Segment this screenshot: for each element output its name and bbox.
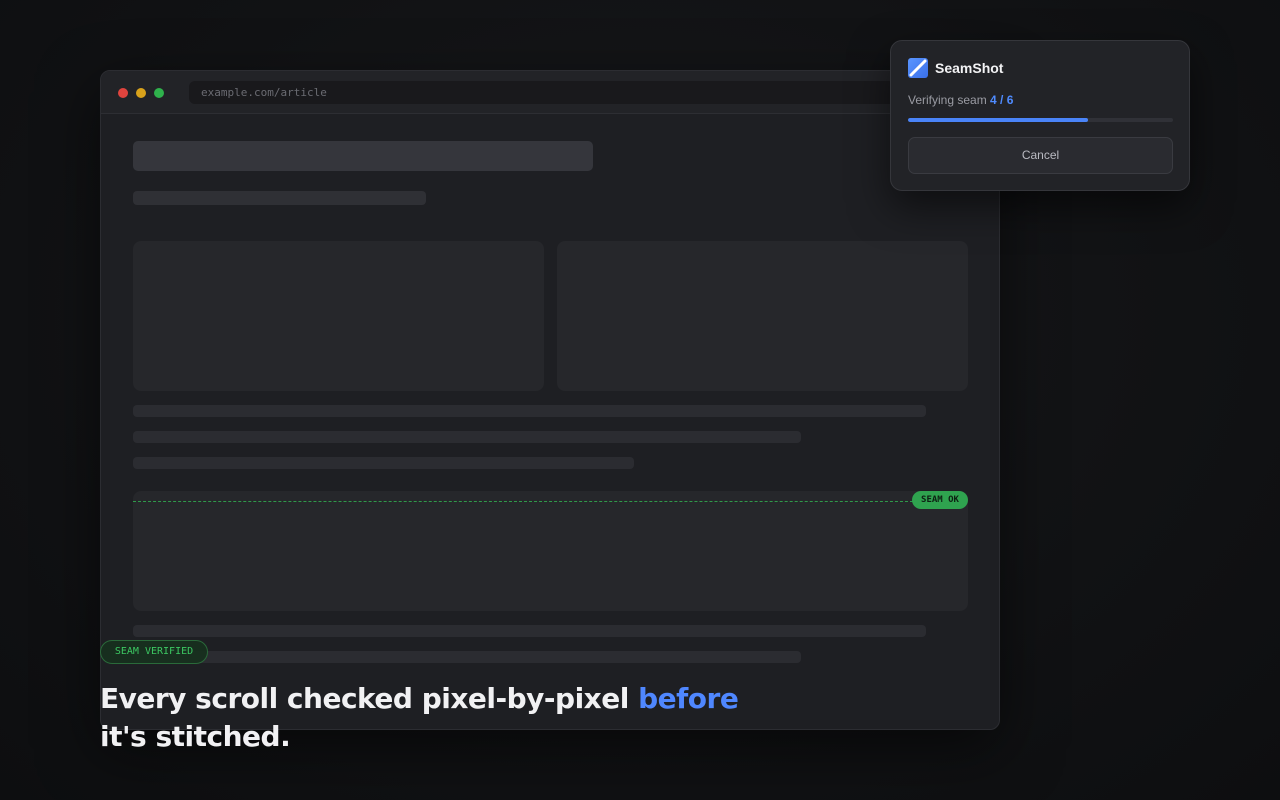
headline: Every scroll checked pixel-by-pixel befo… [100,680,800,756]
progress-bar [908,118,1173,122]
placeholder-text-line [133,431,801,443]
status-text: Verifying seam [908,93,987,107]
seam-ok-badge: SEAM OK [912,491,968,509]
placeholder-card [133,241,544,391]
seam-count: 4 / 6 [990,93,1014,107]
placeholder-text-line [133,651,801,663]
placeholder-text-line [133,457,634,469]
browser-window: example.com/article SEAM OK [100,70,1000,730]
placeholder-block [133,491,968,611]
app-name: SeamShot [935,60,1004,76]
seam-line [133,501,913,502]
seam-verified-badge: SEAM VERIFIED [100,640,208,664]
seamshot-logo-icon [908,58,928,78]
placeholder-text-line [133,405,926,417]
zoom-window-button[interactable] [154,88,164,98]
seamshot-popup: SeamShot Verifying seam 4 / 6 Cancel [890,40,1190,191]
placeholder-title [133,141,593,171]
minimize-window-button[interactable] [136,88,146,98]
browser-titlebar: example.com/article [101,71,999,114]
verification-status: Verifying seam 4 / 6 [908,93,1013,107]
stage: example.com/article SEAM OK SeamShot Ver… [0,0,1280,800]
cancel-button[interactable]: Cancel [908,137,1173,174]
placeholder-subtitle [133,191,426,205]
placeholder-text-line [133,625,926,637]
progress-fill [908,118,1089,122]
headline-text: Every scroll checked pixel-by-pixel [100,682,629,715]
address-bar[interactable]: example.com/article [189,81,929,104]
close-window-button[interactable] [118,88,128,98]
placeholder-card [557,241,968,391]
headline-text-line2: it's stitched. [100,720,291,753]
headline-accent: before [638,682,739,715]
